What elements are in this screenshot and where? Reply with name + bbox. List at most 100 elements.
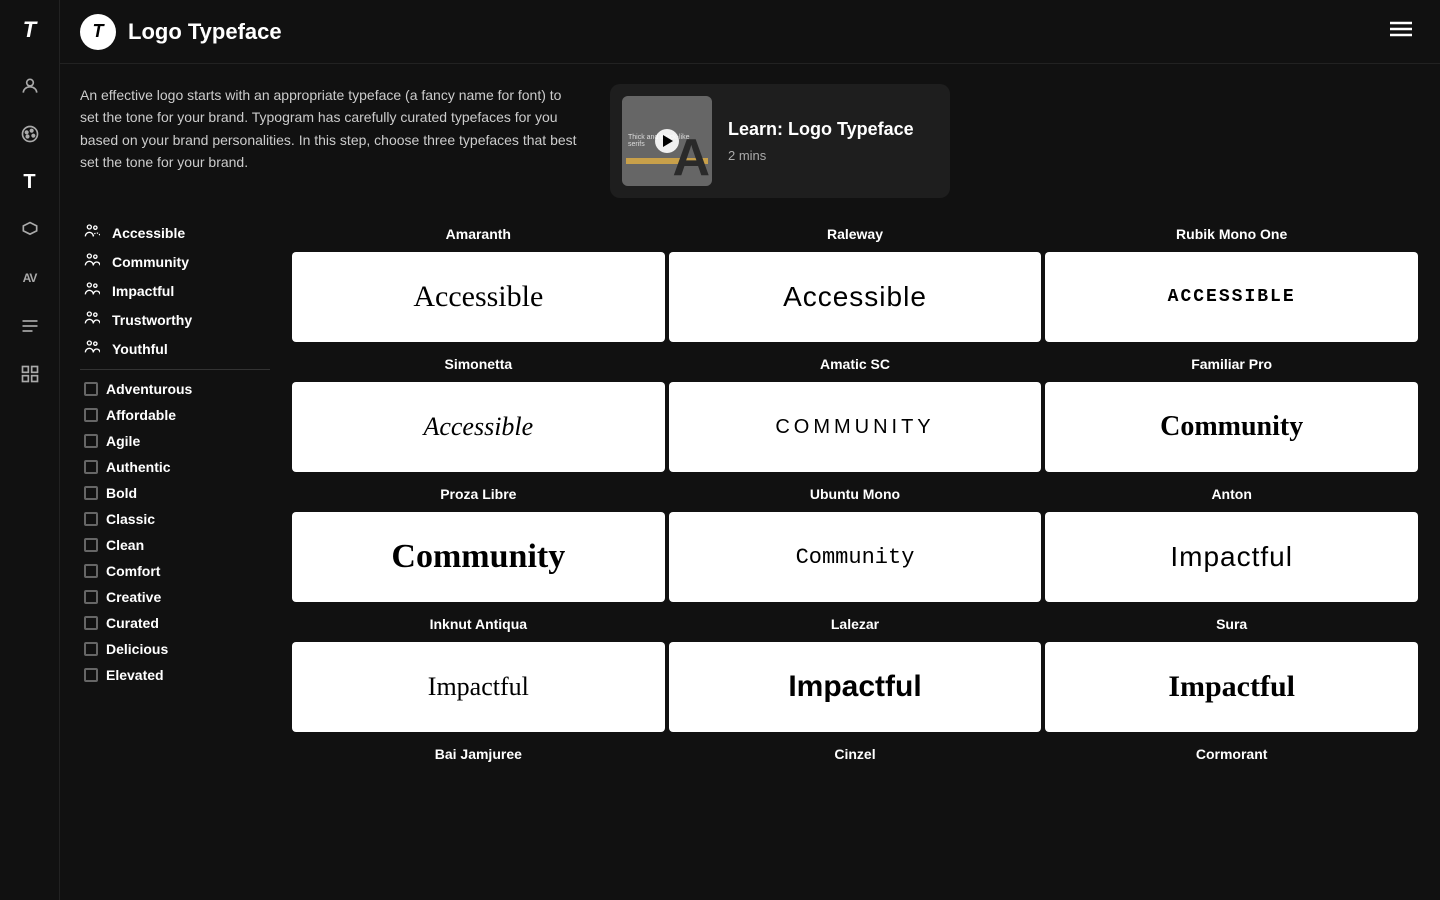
video-duration: 2 mins bbox=[728, 148, 914, 163]
typogram-logo: T bbox=[80, 14, 116, 50]
font-text: Accessible bbox=[779, 277, 931, 317]
font-header-raleway: Raleway bbox=[667, 218, 1044, 250]
checkbox-curated[interactable] bbox=[84, 616, 98, 630]
font-cell-simonetta-accessible[interactable]: Accessible bbox=[292, 382, 665, 472]
checkbox-agile[interactable] bbox=[84, 434, 98, 448]
filter-youthful[interactable]: Youthful bbox=[80, 334, 270, 363]
content-area: An effective logo starts with an appropr… bbox=[60, 64, 1440, 900]
sidebar-icon-grid[interactable] bbox=[10, 354, 50, 394]
filter-label-elevated: Elevated bbox=[106, 667, 164, 683]
filter-curated[interactable]: Curated bbox=[80, 610, 270, 636]
app-logo[interactable]: T bbox=[10, 10, 50, 50]
font-headers-row-4: Inknut Antiqua Lalezar Sura bbox=[290, 608, 1420, 640]
font-cell-inknut-impactful[interactable]: Impactful bbox=[292, 642, 665, 732]
font-grid-container: Amaranth Raleway Rubik Mono One Accessib… bbox=[280, 218, 1420, 900]
filter-elevated[interactable]: Elevated bbox=[80, 662, 270, 688]
video-thumbnail[interactable]: Thick and block-like serifs A bbox=[622, 96, 712, 186]
description-text: An effective logo starts with an appropr… bbox=[80, 84, 580, 174]
font-cell-anton-impactful[interactable]: Impactful bbox=[1045, 512, 1418, 602]
filter-accessible[interactable]: Accessible bbox=[80, 218, 270, 247]
filter-affordable[interactable]: Affordable bbox=[80, 402, 270, 428]
sidebar-icon-text[interactable] bbox=[10, 306, 50, 346]
font-headers-row-3: Proza Libre Ubuntu Mono Anton bbox=[290, 478, 1420, 510]
filter-label-curated: Curated bbox=[106, 615, 159, 631]
filter-separator bbox=[80, 369, 270, 370]
filter-classic[interactable]: Classic bbox=[80, 506, 270, 532]
sidebar-icon-palette[interactable] bbox=[10, 114, 50, 154]
filter-label-clean: Clean bbox=[106, 537, 144, 553]
font-header-anton: Anton bbox=[1043, 478, 1420, 510]
font-cell-amaranth-accessible[interactable]: Accessible bbox=[292, 252, 665, 342]
font-header-amatic: Amatic SC bbox=[667, 348, 1044, 380]
checkbox-classic[interactable] bbox=[84, 512, 98, 526]
font-text: ACCESSIBLE bbox=[1164, 283, 1300, 311]
filter-label-delicious: Delicious bbox=[106, 641, 168, 657]
sidebar-icon-av[interactable]: AV bbox=[10, 258, 50, 298]
people-icon-2 bbox=[84, 252, 104, 271]
filter-authentic[interactable]: Authentic bbox=[80, 454, 270, 480]
font-headers-row-2: Simonetta Amatic SC Familiar Pro bbox=[290, 348, 1420, 380]
filter-label-accessible: Accessible bbox=[112, 225, 185, 241]
font-cell-raleway-accessible[interactable]: Accessible bbox=[669, 252, 1042, 342]
font-cells-row-4: Impactful Impactful Impactful bbox=[290, 640, 1420, 734]
font-header-ubuntu: Ubuntu Mono bbox=[667, 478, 1044, 510]
font-cells-row-3: Community Community Impactful bbox=[290, 510, 1420, 604]
font-text: Accessible bbox=[409, 276, 547, 318]
filter-trustworthy[interactable]: Trustworthy bbox=[80, 305, 270, 334]
sidebar-icon-tag[interactable] bbox=[10, 210, 50, 250]
font-header-rubik: Rubik Mono One bbox=[1043, 218, 1420, 250]
filter-clean[interactable]: Clean bbox=[80, 532, 270, 558]
font-text: Accessible bbox=[419, 408, 537, 446]
font-header-cormorant: Cormorant bbox=[1043, 738, 1420, 770]
filter-label-classic: Classic bbox=[106, 511, 155, 527]
checkbox-clean[interactable] bbox=[84, 538, 98, 552]
people-icon-5 bbox=[84, 339, 104, 358]
filter-adventurous[interactable]: Adventurous bbox=[80, 376, 270, 402]
font-header-amaranth: Amaranth bbox=[290, 218, 667, 250]
filter-label-trustworthy: Trustworthy bbox=[112, 312, 192, 328]
filter-label-comfort: Comfort bbox=[106, 563, 160, 579]
filter-delicious[interactable]: Delicious bbox=[80, 636, 270, 662]
checkbox-delicious[interactable] bbox=[84, 642, 98, 656]
checkbox-bold[interactable] bbox=[84, 486, 98, 500]
font-cell-ubuntu-community[interactable]: Community bbox=[669, 512, 1042, 602]
font-cell-sura-impactful[interactable]: Impactful bbox=[1045, 642, 1418, 732]
font-cells-row-1: Accessible Accessible ACCESSIBLE bbox=[290, 250, 1420, 344]
font-headers-row-5: Bai Jamjuree Cinzel Cormorant bbox=[290, 738, 1420, 770]
filter-panel: Accessible Community Impactful bbox=[80, 218, 280, 900]
checkbox-comfort[interactable] bbox=[84, 564, 98, 578]
filter-label-authentic: Authentic bbox=[106, 459, 171, 475]
people-icon-3 bbox=[84, 281, 104, 300]
checkbox-authentic[interactable] bbox=[84, 460, 98, 474]
filter-impactful[interactable]: Impactful bbox=[80, 276, 270, 305]
font-cell-amatic-community[interactable]: COMMUNITY bbox=[669, 382, 1042, 472]
font-header-inknut: Inknut Antiqua bbox=[290, 608, 667, 640]
checkbox-creative[interactable] bbox=[84, 590, 98, 604]
people-icon bbox=[84, 223, 104, 242]
sidebar-icon-type[interactable]: T bbox=[10, 162, 50, 202]
filter-comfort[interactable]: Comfort bbox=[80, 558, 270, 584]
video-card[interactable]: Thick and block-like serifs A Learn: Log… bbox=[610, 84, 950, 198]
font-cell-lalezar-impactful[interactable]: Impactful bbox=[669, 642, 1042, 732]
filter-label-adventurous: Adventurous bbox=[106, 381, 192, 397]
hamburger-menu[interactable] bbox=[1382, 12, 1420, 51]
checkbox-affordable[interactable] bbox=[84, 408, 98, 422]
logo-letter: T bbox=[93, 21, 104, 42]
font-header-simonetta: Simonetta bbox=[290, 348, 667, 380]
filter-label-bold: Bold bbox=[106, 485, 137, 501]
font-header-bai: Bai Jamjuree bbox=[290, 738, 667, 770]
font-cell-proza-community[interactable]: Community bbox=[292, 512, 665, 602]
filter-creative[interactable]: Creative bbox=[80, 584, 270, 610]
checkbox-elevated[interactable] bbox=[84, 668, 98, 682]
font-cell-rubik-accessible[interactable]: ACCESSIBLE bbox=[1045, 252, 1418, 342]
font-header-proza: Proza Libre bbox=[290, 478, 667, 510]
play-button[interactable] bbox=[655, 129, 679, 153]
sidebar-icon-user[interactable] bbox=[10, 66, 50, 106]
checkbox-adventurous[interactable] bbox=[84, 382, 98, 396]
filter-community[interactable]: Community bbox=[80, 247, 270, 276]
filter-agile[interactable]: Agile bbox=[80, 428, 270, 454]
filter-bold[interactable]: Bold bbox=[80, 480, 270, 506]
font-cell-familiar-community[interactable]: Community bbox=[1045, 382, 1418, 472]
font-header-sura: Sura bbox=[1043, 608, 1420, 640]
people-icon-4 bbox=[84, 310, 104, 329]
